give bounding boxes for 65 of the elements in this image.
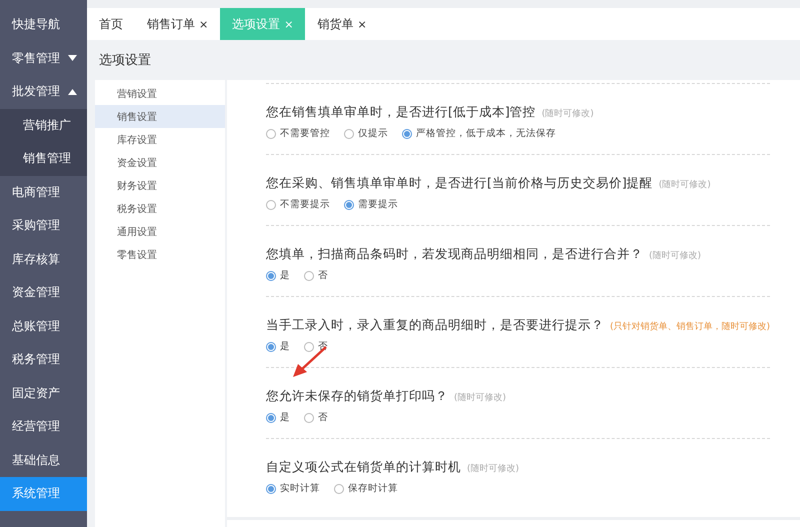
setting-question: 当手工录入时，录入重复的商品明细时，是否要进行提示？	[266, 317, 604, 334]
sidebar-item[interactable]: 基础信息	[0, 444, 87, 477]
radio-icon[interactable]	[266, 342, 276, 352]
settings-menu-item[interactable]: 零售设置	[95, 243, 225, 266]
sidebar-item[interactable]: 零售管理	[0, 42, 87, 75]
sidebar-subitem[interactable]: 销售管理	[0, 142, 87, 176]
tab[interactable]: 首页	[87, 8, 135, 40]
sidebar-item[interactable]: 资金管理	[0, 276, 87, 310]
sidebar-item[interactable]: 电商管理	[0, 176, 87, 209]
sidebar-item[interactable]: 采购管理	[0, 209, 87, 242]
setting-question: 您在销售填单审单时，是否进行[低于成本]管控	[266, 104, 536, 121]
setting-note: (随时可修改)	[466, 462, 519, 475]
sidebar-item[interactable]: 经营管理	[0, 410, 87, 444]
settings-menu-item[interactable]: 销售设置	[95, 105, 225, 128]
setting-question: 您填单，扫描商品条码时，若发现商品明细相同，是否进行合并？	[266, 246, 643, 263]
radio-option[interactable]: 需要提示	[344, 198, 398, 211]
caret-icon	[68, 88, 77, 95]
settings-menu-item[interactable]: 通用设置	[95, 220, 225, 243]
caret-icon	[68, 55, 77, 62]
radio-option[interactable]: 是	[266, 340, 290, 353]
radio-option[interactable]: 保存时计算	[334, 482, 398, 495]
sidebar-subitem[interactable]: 营销推广	[0, 108, 87, 142]
radio-option[interactable]: 否	[304, 269, 328, 282]
radio-icon[interactable]	[304, 270, 314, 280]
radio-icon[interactable]	[304, 342, 314, 352]
radio-icon[interactable]	[266, 412, 276, 422]
setting-note: (随时可修改)	[658, 178, 711, 191]
setting-note: (随时可修改)	[648, 250, 701, 262]
radio-option[interactable]: 仅提示	[344, 127, 388, 140]
settings-menu-item[interactable]: 库存设置	[95, 128, 225, 151]
radio-option[interactable]: 不需要提示	[266, 198, 330, 211]
sidebar-item[interactable]: 固定资产	[0, 376, 87, 410]
setting-note: (只针对销货单、销售订单，随时可修改)	[610, 320, 770, 333]
radio-option[interactable]: 不需要管控	[266, 127, 330, 140]
radio-option[interactable]: 是	[266, 411, 290, 424]
radio-icon[interactable]	[266, 200, 276, 210]
radio-icon[interactable]	[344, 200, 354, 210]
sidebar-item[interactable]: 快捷导航	[0, 8, 87, 42]
setting-note: (随时可修改)	[454, 392, 506, 404]
radio-option[interactable]: 实时计算	[266, 482, 320, 495]
setting-question: 您在采购、销售填单审单时，是否进行[当前价格与历史交易价]提醒	[266, 175, 653, 192]
setting-note: (随时可修改)	[542, 108, 594, 120]
radio-option[interactable]: 否	[304, 411, 328, 424]
radio-icon[interactable]	[266, 484, 276, 494]
settings-menu-item[interactable]: 财务设置	[95, 174, 225, 197]
settings-menu-item[interactable]: 资金设置	[95, 151, 225, 174]
radio-icon[interactable]	[304, 412, 314, 422]
radio-icon[interactable]	[344, 128, 354, 138]
radio-icon[interactable]	[266, 128, 276, 138]
setting-question: 自定义项公式在销货单的计算时机	[266, 459, 461, 476]
tab[interactable]: 销货单 ×	[305, 8, 379, 40]
setting-question: 您允许未保存的销货单打印吗？	[266, 388, 448, 405]
sidebar-item[interactable]: 库存核算	[0, 242, 87, 276]
settings-menu-item[interactable]: 税务设置	[95, 197, 225, 220]
radio-option[interactable]: 是	[266, 269, 290, 282]
settings-menu-item[interactable]: 营销设置	[95, 82, 225, 105]
radio-option[interactable]: 严格管控，低于成本，无法保存	[402, 127, 556, 140]
radio-icon[interactable]	[266, 270, 276, 280]
radio-icon[interactable]	[334, 484, 344, 494]
page-title: 选项设置	[98, 52, 152, 70]
sidebar-item[interactable]: 总账管理	[0, 310, 87, 343]
tab[interactable]: 销售订单 ×	[135, 8, 220, 40]
sidebar-item[interactable]: 税务管理	[0, 343, 87, 376]
radio-icon[interactable]	[402, 128, 412, 138]
sidebar-item[interactable]: 批发管理	[0, 75, 87, 108]
